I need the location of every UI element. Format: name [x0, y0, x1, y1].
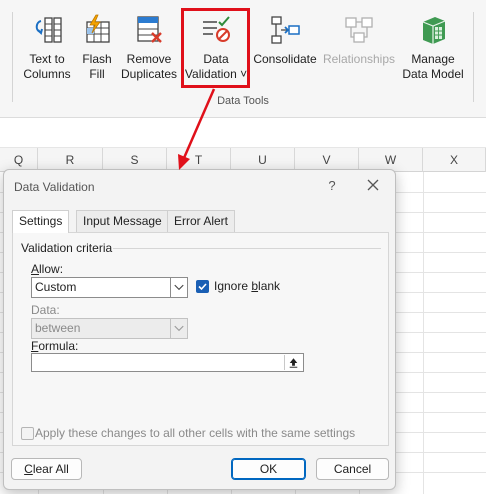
formula-bar-area [0, 118, 486, 148]
tab-input-message[interactable]: Input Message [76, 210, 169, 232]
manage-data-model-label-2: Data Model [402, 67, 464, 81]
consolidate-label: Consolidate [253, 52, 317, 66]
data-select[interactable]: between [31, 318, 188, 339]
relationships-label: Relationships [322, 52, 396, 66]
text-to-columns-icon [35, 17, 62, 43]
close-icon[interactable] [364, 176, 382, 194]
group-separator [12, 12, 13, 102]
cancel-button[interactable]: Cancel [316, 458, 389, 480]
remove-duplicates-button[interactable]: Remove Duplicates [119, 14, 179, 82]
text-to-columns-label-1: Text to [29, 52, 65, 66]
manage-data-model-label-1: Manage [411, 52, 455, 66]
settings-panel: Validation criteria Allow: Custom Ignore… [12, 232, 389, 446]
ok-button[interactable]: OK [231, 458, 306, 480]
manage-data-model-button[interactable]: Manage Data Model [398, 14, 468, 82]
gridline [423, 172, 424, 494]
column-header[interactable]: X [423, 148, 486, 172]
ignore-blank-label: Ignore blank [214, 279, 281, 293]
data-validation-dialog: Data Validation ? Settings Input Message… [3, 169, 396, 490]
tab-settings[interactable]: Settings [12, 210, 70, 233]
text-to-columns-button[interactable]: Text to Columns [20, 14, 74, 82]
formula-label: Formula: [31, 339, 79, 353]
apply-all-label: Apply these changes to all other cells w… [35, 426, 356, 440]
flash-fill-label-1: Flash [82, 52, 112, 66]
help-button[interactable]: ? [324, 178, 340, 193]
group-separator [473, 12, 474, 102]
checkmark-icon [198, 283, 207, 291]
flash-fill-icon [86, 14, 110, 43]
chevron-down-icon [170, 278, 184, 297]
data-label: Data: [31, 303, 60, 317]
formula-input[interactable] [31, 353, 304, 372]
text-to-columns-label-2: Columns [23, 67, 71, 81]
allow-select[interactable]: Custom [31, 277, 188, 298]
allow-label: Allow: [31, 262, 64, 276]
apply-all-checkbox[interactable] [21, 427, 34, 440]
clear-all-button[interactable]: Clear All [11, 458, 82, 480]
group-label: Data Tools [217, 95, 269, 107]
data-model-icon [422, 17, 446, 44]
validation-criteria-label: Validation criteria [21, 241, 113, 255]
remove-duplicates-label-2: Duplicates [120, 67, 178, 81]
remove-duplicates-icon [137, 16, 162, 43]
ignore-blank-checkbox[interactable] [196, 280, 209, 293]
flash-fill-button[interactable]: Flash Fill [78, 14, 116, 82]
allow-value: Custom [35, 280, 77, 294]
tab-error-alert[interactable]: Error Alert [167, 210, 236, 232]
consolidate-button[interactable]: Consolidate [252, 14, 318, 67]
collapse-dialog-icon[interactable] [284, 355, 302, 370]
divider [113, 248, 381, 249]
relationships-button[interactable]: Relationships [322, 14, 396, 67]
data-value: between [35, 321, 81, 335]
relationships-icon [345, 17, 373, 43]
chevron-down-icon [170, 319, 184, 338]
dialog-title: Data Validation [14, 180, 95, 194]
consolidate-icon [271, 16, 300, 44]
flash-fill-label-2: Fill [89, 67, 105, 81]
highlight-box [181, 8, 250, 88]
remove-duplicates-label-1: Remove [126, 52, 172, 66]
